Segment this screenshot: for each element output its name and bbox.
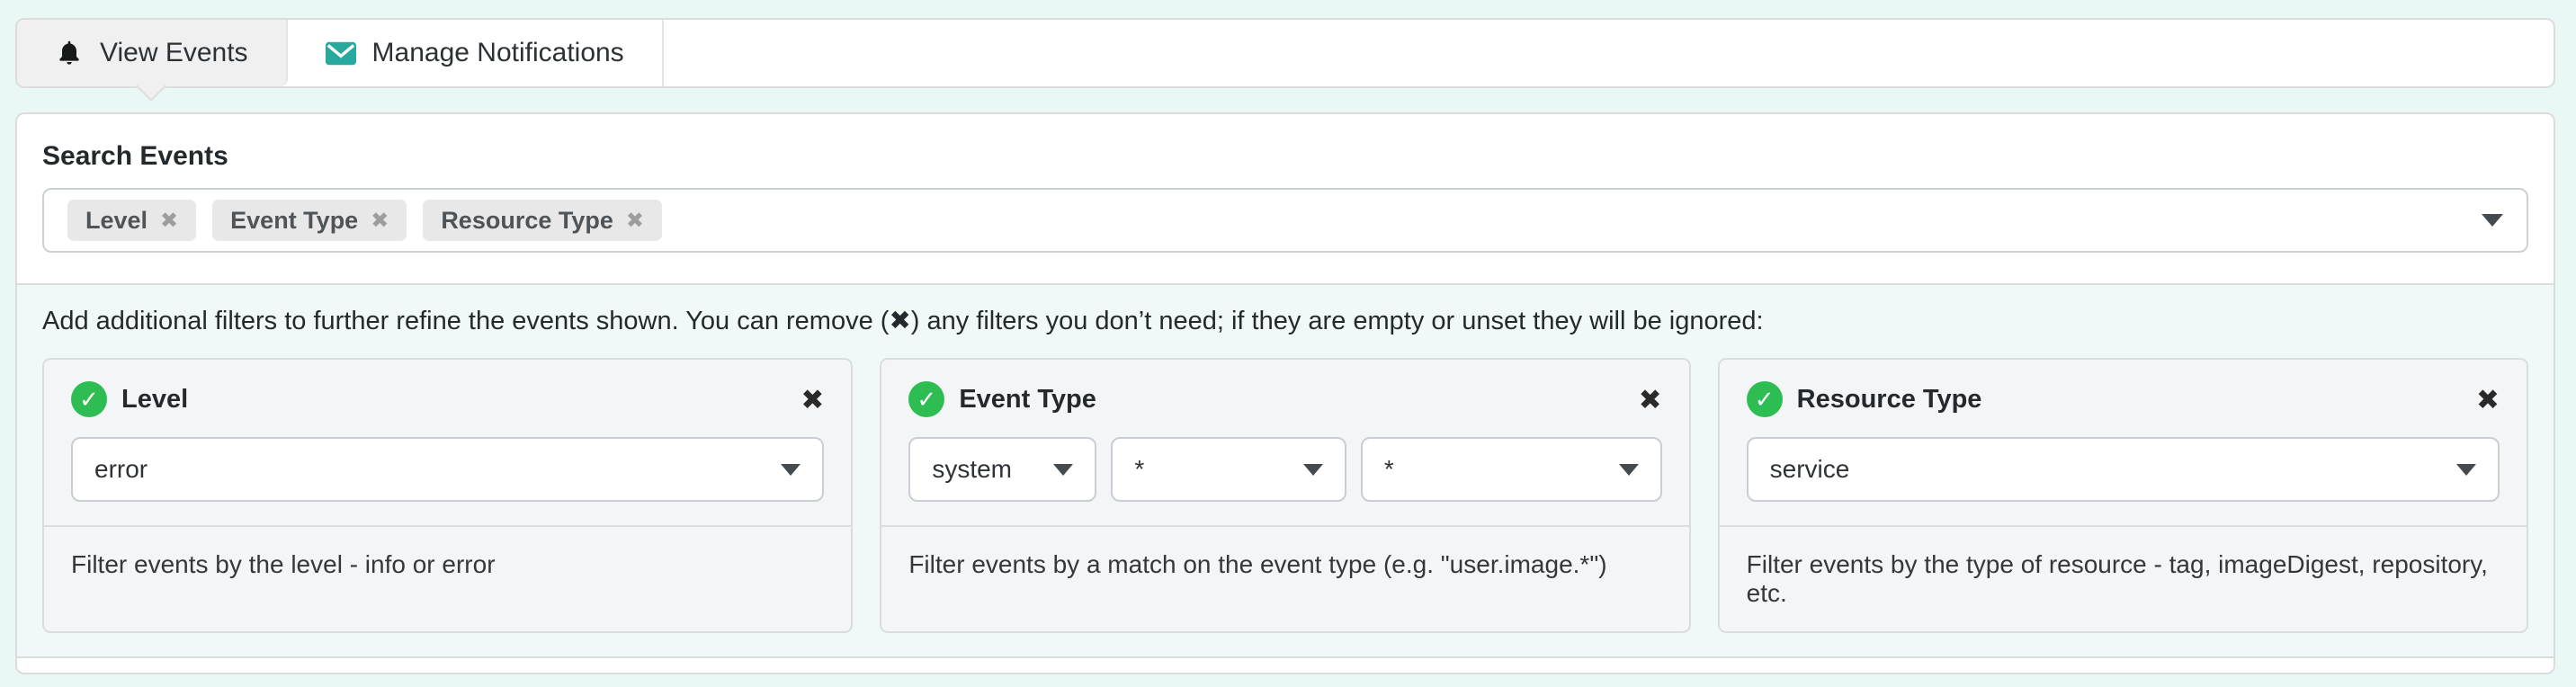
events-page: View Events Manage Notifications Search … bbox=[0, 0, 2576, 687]
resource-type-select[interactable]: service bbox=[1747, 437, 2500, 502]
tag-label: Resource Type bbox=[441, 207, 613, 235]
card-header: ✓ Resource Type ✖ bbox=[1720, 360, 2527, 417]
chevron-down-icon[interactable] bbox=[2482, 214, 2503, 227]
select-value: * bbox=[1134, 455, 1144, 484]
chevron-down-icon bbox=[781, 464, 801, 476]
card-description: Filter events by the type of resource - … bbox=[1720, 525, 2527, 631]
check-circle-icon: ✓ bbox=[1747, 381, 1783, 417]
tag-label: Level bbox=[85, 207, 148, 235]
filter-card-event-type: ✓ Event Type ✖ system * bbox=[880, 358, 1690, 633]
filter-tag-level[interactable]: Level ✖ bbox=[67, 200, 196, 241]
search-filter-select[interactable]: Level ✖ Event Type ✖ Resource Type ✖ bbox=[42, 188, 2528, 253]
close-icon[interactable]: ✖ bbox=[1639, 386, 1662, 414]
tab-view-events[interactable]: View Events bbox=[17, 20, 288, 86]
apply-filters-button[interactable]: Apply Filters bbox=[42, 674, 262, 675]
filter-card-level: ✓ Level ✖ error Filter events by the lev… bbox=[42, 358, 853, 633]
events-button-group: Fetch More Refresh Events bbox=[2094, 674, 2528, 675]
chevron-down-icon bbox=[1303, 464, 1323, 476]
card-body: service bbox=[1720, 417, 2527, 525]
card-body: system * * bbox=[881, 417, 1688, 525]
filters-section: Add additional filters to further refine… bbox=[17, 285, 2554, 656]
envelope-icon bbox=[326, 41, 356, 66]
filter-tag-resource-type[interactable]: Resource Type ✖ bbox=[423, 200, 662, 241]
card-header: ✓ Level ✖ bbox=[44, 360, 851, 417]
check-circle-icon: ✓ bbox=[908, 381, 944, 417]
tag-label: Event Type bbox=[230, 207, 358, 235]
clear-filters-button[interactable]: Clear Filters bbox=[283, 674, 496, 675]
bell-icon bbox=[55, 39, 84, 67]
card-description: Filter events by a match on the event ty… bbox=[881, 525, 1688, 602]
tab-bar: View Events Manage Notifications bbox=[15, 18, 2555, 88]
select-value: * bbox=[1384, 455, 1394, 484]
select-value: system bbox=[932, 455, 1012, 484]
event-type-select-1[interactable]: system bbox=[908, 437, 1096, 502]
select-value: service bbox=[1770, 455, 1850, 484]
close-icon[interactable]: ✖ bbox=[2476, 386, 2500, 414]
event-type-select-3[interactable]: * bbox=[1361, 437, 1662, 502]
tag-remove-icon[interactable]: ✖ bbox=[626, 208, 644, 234]
filters-instruction: Add additional filters to further refine… bbox=[42, 305, 2528, 336]
close-icon[interactable]: ✖ bbox=[801, 386, 824, 414]
search-section: Search Events Level ✖ Event Type ✖ Resou… bbox=[17, 114, 2554, 283]
card-title: Event Type bbox=[959, 385, 1096, 415]
active-tab-caret bbox=[136, 71, 166, 102]
chevron-down-icon bbox=[1619, 464, 1639, 476]
tab-manage-notifications[interactable]: Manage Notifications bbox=[288, 20, 664, 86]
search-events-title: Search Events bbox=[42, 141, 2528, 172]
chevron-down-icon bbox=[2456, 464, 2476, 476]
filter-card-resource-type: ✓ Resource Type ✖ service Filter events … bbox=[1718, 358, 2528, 633]
tag-remove-icon[interactable]: ✖ bbox=[160, 208, 178, 234]
tag-remove-icon[interactable]: ✖ bbox=[371, 208, 389, 234]
select-value: error bbox=[94, 455, 148, 484]
actions-bar: Apply Filters Clear Filters Showing filt… bbox=[17, 658, 2554, 674]
filter-cards-row: ✓ Level ✖ error Filter events by the lev… bbox=[42, 358, 2528, 633]
tab-label: Manage Notifications bbox=[372, 38, 624, 68]
card-description: Filter events by the level - info or err… bbox=[44, 525, 851, 602]
tab-label: View Events bbox=[100, 38, 248, 68]
level-select[interactable]: error bbox=[71, 437, 824, 502]
events-panel: Search Events Level ✖ Event Type ✖ Resou… bbox=[15, 112, 2555, 674]
event-type-select-2[interactable]: * bbox=[1111, 437, 1346, 502]
card-title: Level bbox=[121, 385, 188, 415]
card-header: ✓ Event Type ✖ bbox=[881, 360, 1688, 417]
filter-tag-event-type[interactable]: Event Type ✖ bbox=[212, 200, 407, 241]
card-body: error bbox=[44, 417, 851, 525]
chevron-down-icon bbox=[1053, 464, 1073, 476]
card-title: Resource Type bbox=[1797, 385, 1982, 415]
check-circle-icon: ✓ bbox=[71, 381, 107, 417]
